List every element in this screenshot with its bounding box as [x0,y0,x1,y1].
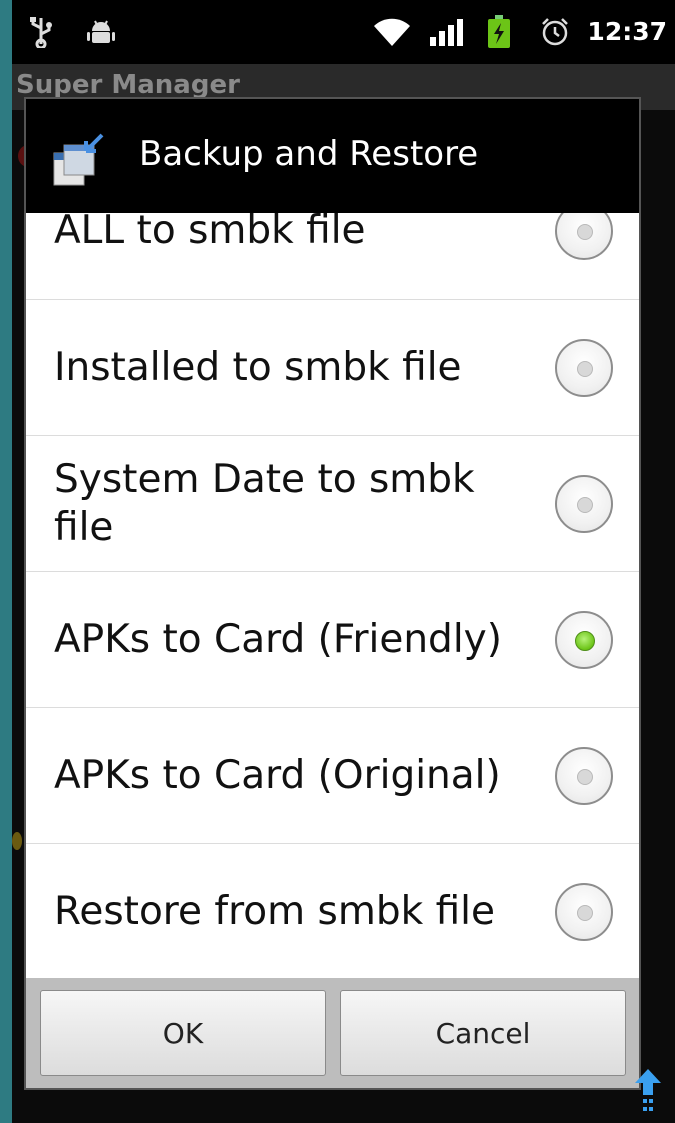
status-bar: 12:37 [12,0,675,64]
radio-button[interactable] [555,213,613,260]
alarm-icon [538,14,572,50]
radio-button[interactable] [555,338,613,397]
option-restore-from-smbk[interactable]: Restore from smbk file [26,843,639,978]
option-label: APKs to Card (Original) [54,752,501,798]
app-title: Super Manager [16,70,240,100]
status-time: 12:37 [587,17,667,46]
dialog-button-bar: OK Cancel [26,978,639,1088]
option-label: Restore from smbk file [54,888,495,934]
backup-restore-dialog: Backup and Restore ALL to smbk file Inst… [24,97,641,1090]
option-system-date-to-smbk[interactable]: System Date to smbk file [26,435,639,571]
options-list: ALL to smbk file Installed to smbk file … [26,213,639,978]
cancel-button[interactable]: Cancel [340,990,626,1076]
option-installed-to-smbk[interactable]: Installed to smbk file [26,299,639,435]
radio-button[interactable] [555,746,613,805]
option-label: ALL to smbk file [54,213,366,253]
radio-button[interactable] [555,474,613,533]
option-label: APKs to Card (Friendly) [54,616,502,662]
radio-button[interactable] [555,882,613,941]
ok-button[interactable]: OK [40,990,326,1076]
dialog-header: Backup and Restore [26,99,639,213]
radio-button-selected[interactable] [555,610,613,669]
option-label: System Date to smbk file [54,456,475,550]
signal-icon [426,14,466,50]
option-all-to-smbk[interactable]: ALL to smbk file [26,213,639,299]
option-label: Installed to smbk file [54,344,462,390]
upload-arrow-icon [633,1067,663,1115]
backup-restore-icon [52,133,104,189]
option-apks-to-card-friendly[interactable]: APKs to Card (Friendly) [26,571,639,707]
battery-charging-icon [484,14,514,50]
android-debug-icon [84,14,118,50]
background-decoration [12,832,22,850]
usb-icon [26,14,56,50]
option-apks-to-card-original[interactable]: APKs to Card (Original) [26,707,639,843]
dialog-title: Backup and Restore [139,134,479,174]
wifi-icon [370,14,414,50]
